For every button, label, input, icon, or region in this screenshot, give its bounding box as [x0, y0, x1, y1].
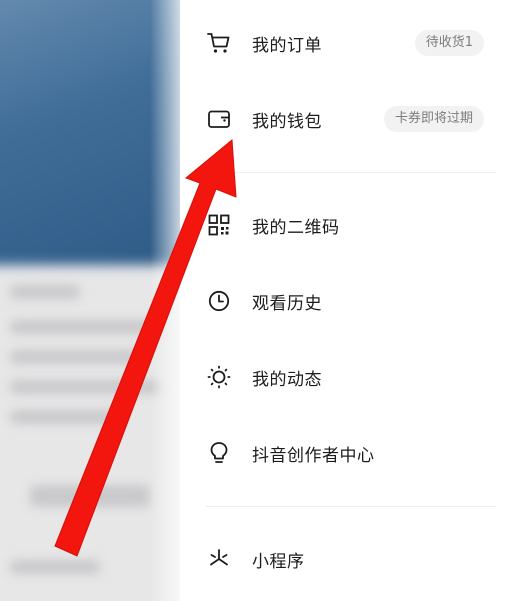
- menu-item-wallet[interactable]: 我的钱包 卡券即将过期: [206, 99, 496, 139]
- menu-item-moments[interactable]: 我的动态: [206, 357, 496, 397]
- status-badge: 卡券即将过期: [383, 106, 484, 132]
- cart-icon: [206, 30, 232, 56]
- menu-item-label: 我的订单: [252, 35, 322, 56]
- menu-item-orders[interactable]: 我的订单 待收货1: [206, 23, 496, 63]
- menu-item-label: 观看历史: [252, 293, 322, 314]
- blurred-text: [10, 285, 80, 299]
- blurred-background: [0, 0, 190, 601]
- menu-item-history[interactable]: 观看历史: [206, 281, 496, 321]
- qrcode-icon: [206, 212, 232, 238]
- menu-item-label: 抖音创作者中心: [252, 445, 375, 466]
- blurred-text: [10, 410, 120, 424]
- blurred-text: [10, 560, 100, 574]
- status-badge: 待收货1: [414, 30, 484, 56]
- sun-icon: [206, 364, 232, 390]
- menu-item-miniprogram[interactable]: 小程序: [206, 539, 496, 579]
- menu-item-label: 我的动态: [252, 369, 322, 390]
- menu-item-creator-center[interactable]: 抖音创作者中心: [206, 433, 496, 473]
- wallet-icon: [206, 106, 232, 132]
- blurred-text: [10, 320, 160, 334]
- blurred-text: [10, 350, 140, 364]
- lightbulb-icon: [206, 440, 232, 466]
- menu-item-label: 我的二维码: [252, 217, 340, 238]
- menu-item-label: 小程序: [252, 551, 305, 572]
- menu-item-label: 我的钱包: [252, 111, 322, 132]
- blurred-button: [30, 485, 150, 507]
- menu-item-qrcode[interactable]: 我的二维码: [206, 205, 496, 245]
- asterisk-icon: [206, 546, 232, 572]
- clock-icon: [206, 288, 232, 314]
- divider: [206, 506, 496, 507]
- blurred-text: [10, 380, 160, 394]
- divider: [206, 172, 496, 173]
- side-drawer: 我的订单 待收货1 我的钱包 卡券即将过期 我的二维码 观看历史 我的动态 抖音…: [180, 0, 516, 601]
